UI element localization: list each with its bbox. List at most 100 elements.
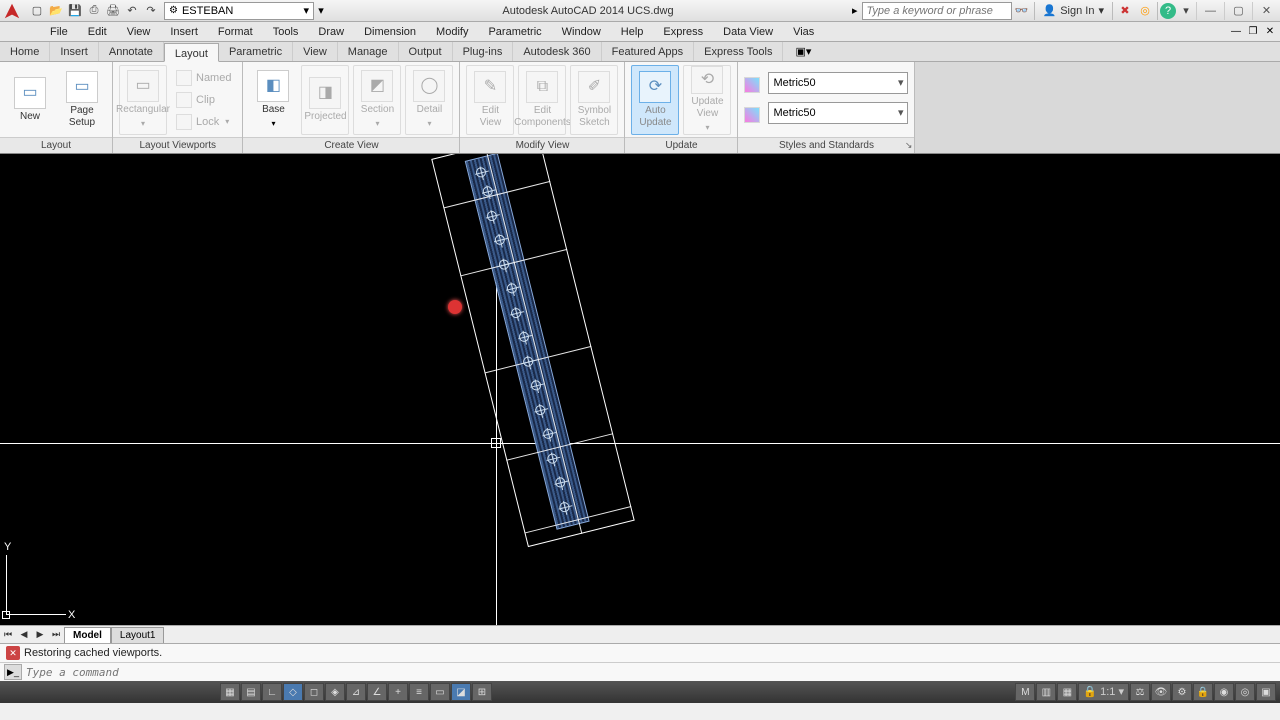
signin-button[interactable]: 👤 Sign In ▾ [1037,4,1110,17]
annotation-scale[interactable]: 🔒 1:1 ▾ [1078,683,1129,701]
command-prompt-icon[interactable]: ▶_ [4,664,22,680]
tab-last-icon[interactable]: ⏭ [48,627,64,643]
help-icon[interactable]: ? [1160,3,1176,19]
edit-components-button[interactable]: ⧉ Edit Components [518,65,566,135]
quickview-layouts[interactable]: ▥ [1036,683,1056,701]
panel-expand-icon[interactable]: ↘ [905,140,913,151]
menu-edit[interactable]: Edit [78,22,117,41]
menu-file[interactable]: File [40,22,78,41]
quickview-drawings[interactable]: ▦ [1057,683,1077,701]
title-expand-icon[interactable]: ▸ [848,4,862,17]
tab-prev-icon[interactable]: ◀ [16,627,32,643]
menu-parametric[interactable]: Parametric [478,22,551,41]
menu-view[interactable]: View [117,22,161,41]
autodesk360-icon[interactable]: ◎ [1135,2,1155,20]
close-button[interactable]: ✕ [1252,2,1280,20]
tab-annotate[interactable]: Annotate [99,42,164,61]
rectangular-button[interactable]: ▭ Rectangular ▾ [119,65,167,135]
page-setup-button[interactable]: ▭ Page Setup [58,65,106,135]
tab-plugins[interactable]: Plug-ins [453,42,514,61]
model-paper-toggle[interactable]: M [1015,683,1035,701]
workspace-switch[interactable]: ⚙ [1172,683,1192,701]
app-logo[interactable] [2,1,22,21]
tab-layout[interactable]: Layout [164,43,219,62]
exchange-icon[interactable]: ✖ [1115,2,1135,20]
menu-format[interactable]: Format [208,22,263,41]
annoscale-toggle[interactable]: ⚖ [1130,683,1150,701]
maximize-button[interactable]: ▢ [1224,2,1252,20]
hardware-accel[interactable]: ◉ [1214,683,1234,701]
ribbon-endcap-icon[interactable]: ▣▾ [783,42,823,61]
osnap-toggle[interactable]: ◻ [304,683,324,701]
grid-toggle[interactable]: ▤ [241,683,261,701]
menu-express[interactable]: Express [653,22,713,41]
doc-minimize-button[interactable]: — [1228,23,1244,39]
new-layout-button[interactable]: ▭ New [6,65,54,135]
tab-view[interactable]: View [293,42,338,61]
edit-view-button[interactable]: ✎ Edit View [466,65,514,135]
tab-manage[interactable]: Manage [338,42,399,61]
save-icon[interactable]: 💾 [66,2,84,20]
isolate-objects[interactable]: ◎ [1235,683,1255,701]
plot-icon[interactable]: ⎙ [85,2,103,20]
lock-viewport-button[interactable]: Lock▾ [171,112,236,132]
menu-draw[interactable]: Draw [308,22,354,41]
qat-expand-icon[interactable]: ▾ [314,4,328,17]
redo-icon[interactable]: ↷ [142,2,160,20]
doc-close-button[interactable]: ✕ [1262,23,1278,39]
close-cmdline-icon[interactable]: ✕ [6,646,20,660]
tab-express[interactable]: Express Tools [694,42,783,61]
named-viewport-button[interactable]: Named [171,68,236,88]
undo-icon[interactable]: ↶ [123,2,141,20]
menu-dataview[interactable]: Data View [713,22,783,41]
help-dropdown-icon[interactable]: ▾ [1176,2,1196,20]
snap-toggle[interactable]: ▦ [220,683,240,701]
workspace-selector[interactable]: ⚙ ESTEBAN ▾ [164,2,314,20]
open-icon[interactable]: 📂 [47,2,65,20]
annovisibility-toggle[interactable]: 👁 [1151,683,1171,701]
update-view-button[interactable]: ⟲ Update View ▾ [683,65,731,135]
tpy-toggle[interactable]: ▭ [430,683,450,701]
command-input[interactable] [26,666,1276,679]
qp-toggle[interactable]: ◪ [451,683,471,701]
detail-style-combo[interactable]: Metric50 [768,102,908,124]
menu-insert[interactable]: Insert [160,22,208,41]
menu-help[interactable]: Help [611,22,654,41]
menu-modify[interactable]: Modify [426,22,478,41]
base-view-button[interactable]: ◧ Base ▾ [249,65,297,135]
auto-update-button[interactable]: ⟳ Auto Update [631,65,679,135]
tab-first-icon[interactable]: ⏮ [0,627,16,643]
menu-window[interactable]: Window [552,22,611,41]
osnap3d-toggle[interactable]: ◈ [325,683,345,701]
tab-parametric[interactable]: Parametric [219,42,293,61]
lwt-toggle[interactable]: ≡ [409,683,429,701]
detail-view-button[interactable]: ◯ Detail ▾ [405,65,453,135]
section-view-button[interactable]: ◩ Section ▾ [353,65,401,135]
tab-insert[interactable]: Insert [50,42,99,61]
tab-autodesk360[interactable]: Autodesk 360 [513,42,601,61]
search-icon[interactable]: 👓 [1012,2,1032,20]
help-search-input[interactable] [862,2,1012,20]
new-icon[interactable]: ▢ [28,2,46,20]
menu-tools[interactable]: Tools [263,22,309,41]
ducs-toggle[interactable]: ∠ [367,683,387,701]
menu-vias[interactable]: Vias [783,22,824,41]
section-style-combo[interactable]: Metric50 [768,72,908,94]
menu-dimension[interactable]: Dimension [354,22,426,41]
doc-restore-button[interactable]: ❐ [1245,23,1261,39]
tab-model[interactable]: Model [64,627,111,643]
tab-output[interactable]: Output [399,42,453,61]
symbol-sketch-button[interactable]: ✐ Symbol Sketch [570,65,618,135]
print-icon[interactable]: 🖨 [104,2,122,20]
otrack-toggle[interactable]: ⊿ [346,683,366,701]
drawing-area[interactable]: X Y [0,154,1280,625]
ortho-toggle[interactable]: ∟ [262,683,282,701]
sc-toggle[interactable]: ⊞ [472,683,492,701]
tab-layout1[interactable]: Layout1 [111,627,165,643]
toolbar-lock[interactable]: 🔒 [1193,683,1213,701]
projected-view-button[interactable]: ◨ Projected [301,65,349,135]
clean-screen[interactable]: ▣ [1256,683,1276,701]
tab-featured[interactable]: Featured Apps [602,42,695,61]
dyn-toggle[interactable]: + [388,683,408,701]
tab-next-icon[interactable]: ▶ [32,627,48,643]
